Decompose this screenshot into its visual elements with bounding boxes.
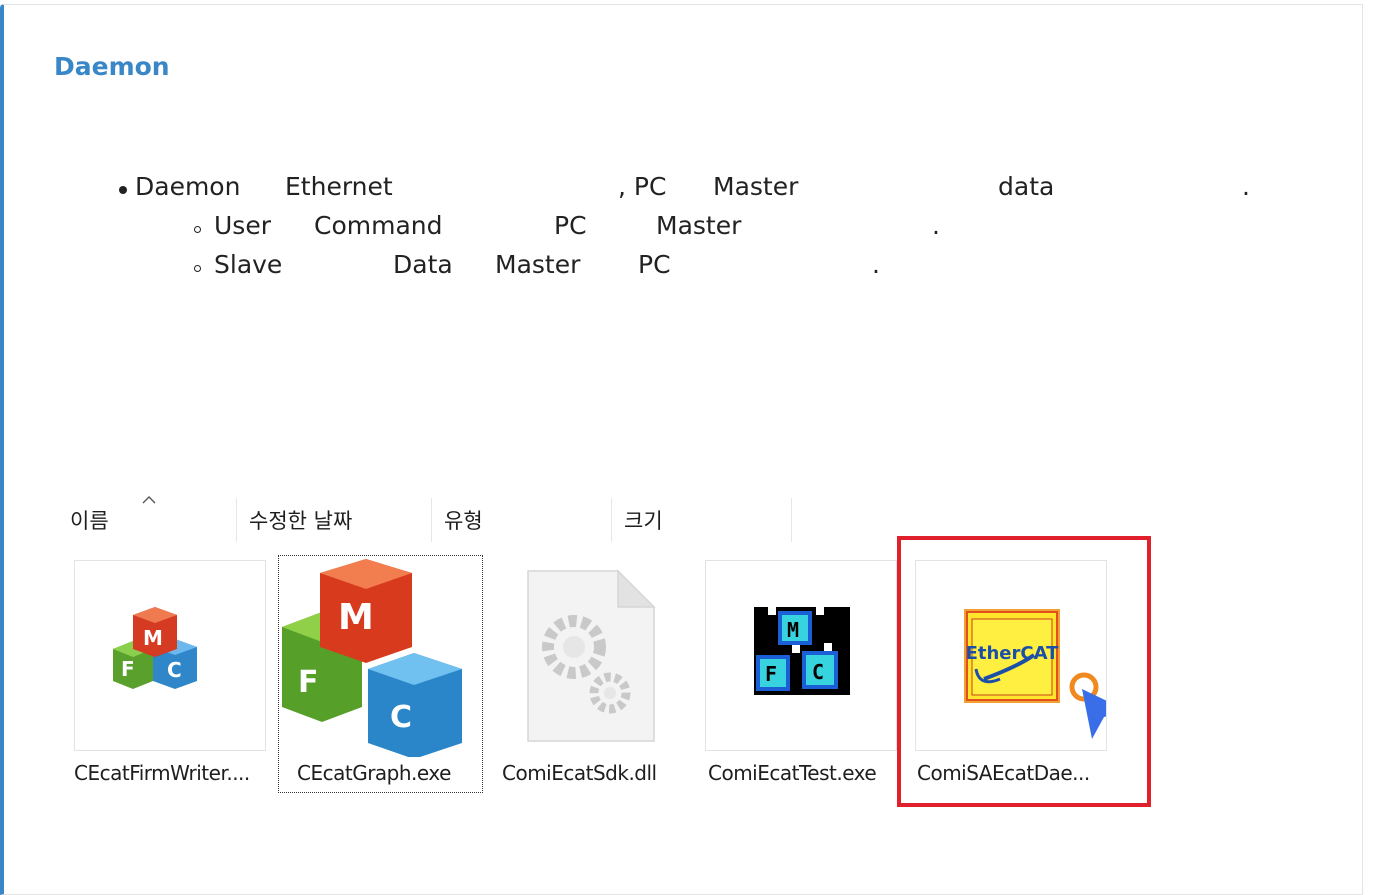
bullet-2-word: User [214,211,271,240]
sub-bullet-circle [194,226,201,233]
file-tile[interactable] [526,569,656,744]
ethercat-logo-text: EtherCAT [966,643,1060,664]
column-header-type[interactable]: 유형 [444,505,483,535]
column-header-date[interactable]: 수정한 날짜 [249,505,352,535]
bullet-1-word: Ethernet [285,172,393,201]
bullet-2-word: Master [656,211,742,240]
explorer-screenshot: 이름 수정한 날짜 유형 크기 F C M CEcatFirmWriter...… [4,485,1204,815]
svg-text:C: C [812,660,824,684]
svg-text:M: M [143,626,163,650]
bullet-2-word: . [932,211,940,240]
bullet-2-word: Command [314,211,443,240]
file-name[interactable]: ComiSAEcatDae... [917,761,1090,785]
chevron-up-icon [142,496,156,504]
svg-text:M: M [338,597,374,638]
bullet-3-word: Data [393,250,453,279]
file-name[interactable]: CEcatGraph.exe [297,761,451,785]
file-name[interactable]: CEcatFirmWriter.... [74,761,250,785]
column-header-name[interactable]: 이름 [70,505,109,535]
content-panel: Daemon Daemon Ethernet , PC Master data … [0,4,1363,895]
bullet-2-word: PC [554,211,587,240]
column-divider[interactable] [611,498,612,542]
bullet-list: Daemon Ethernet , PC Master data . User … [4,5,1362,305]
mfc-cubes-icon: F C M [113,607,197,689]
file-name[interactable]: ComiEcatTest.exe [708,761,877,785]
column-divider[interactable] [431,498,432,542]
bullet-1-word: data [998,172,1055,201]
file-tile[interactable]: EtherCAT [915,560,1128,751]
svg-text:M: M [787,618,799,642]
mfc-cubes-icon: F C M [282,559,462,759]
sub-bullet-circle [194,265,201,272]
bullet-1-word: Daemon [135,172,241,201]
svg-text:C: C [167,658,182,682]
file-tile[interactable]: F C M [280,557,480,759]
svg-text:F: F [121,657,135,681]
file-tile[interactable]: F C M [74,560,266,751]
svg-text:C: C [390,700,412,735]
svg-text:F: F [298,665,319,700]
bullet-3-word: PC [638,250,671,279]
column-divider[interactable] [236,498,237,542]
bullet-3-word: . [872,250,880,279]
column-header-size[interactable]: 크기 [624,505,663,535]
bullet-dot [119,186,127,194]
bullet-1-word: , PC [618,172,667,201]
ethercat-icon: EtherCAT [964,609,1128,739]
column-divider[interactable] [791,498,792,542]
bullet-3-word: Master [495,250,581,279]
dll-gear-file-icon [527,569,656,742]
bullet-3-word: Slave [214,250,283,279]
bullet-1-word: Master [713,172,799,201]
svg-text:F: F [765,662,777,686]
mfc-pixel-cubes-icon: M F C [754,607,850,695]
file-name[interactable]: ComiEcatSdk.dll [502,761,657,785]
bullet-1-word: . [1242,172,1250,201]
file-tile[interactable]: M F C [705,560,897,751]
